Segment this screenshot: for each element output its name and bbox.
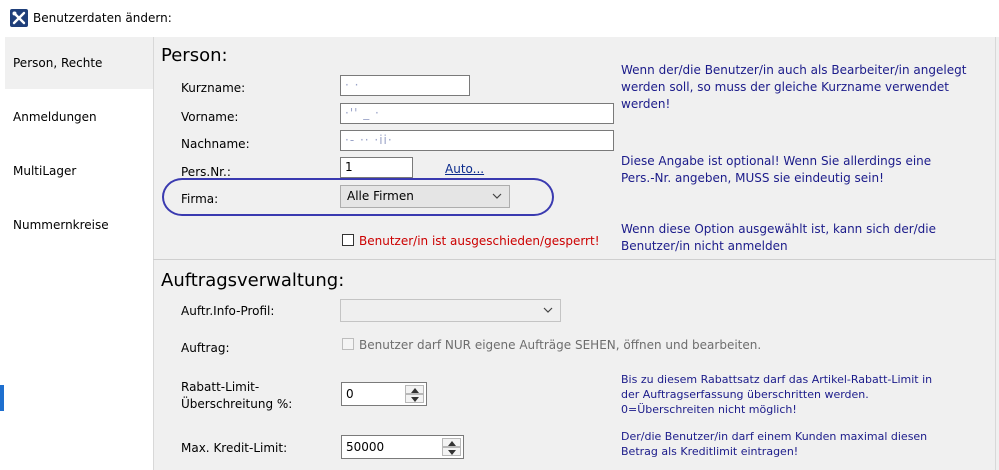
edge-marker <box>0 385 4 411</box>
kredit-value: 50000 <box>346 440 385 454</box>
help-rabatt-line: 0=Überschreiten nicht möglich! <box>621 403 797 416</box>
ausgeschieden-label: Benutzer/in ist ausgeschieden/gesperrt! <box>359 234 600 248</box>
rabatt-stepper-buttons <box>405 385 424 403</box>
profil-select[interactable] <box>340 299 561 322</box>
title-bar: Benutzerdaten ändern: <box>0 0 999 38</box>
nachname-value: ·- ·· ·ii· <box>345 133 393 147</box>
help-rabatt-line: Bis zu diesem Rabattsatz darf das Artike… <box>621 373 933 386</box>
help-ausgeschieden-line: Wenn diese Option ausgewählt ist, kann s… <box>621 222 937 236</box>
firma-value: Alle Firmen <box>347 189 414 203</box>
arrow-up-icon <box>448 441 456 446</box>
sidebar-item-anmeldungen[interactable]: Anmeldungen <box>5 91 153 143</box>
kredit-label: Max. Kredit-Limit: <box>181 441 288 455</box>
help-persnr: Diese Angabe ist optional! Wenn Sie alle… <box>621 153 931 187</box>
help-ausgeschieden-line: Benutzer/in nicht anmelden <box>621 239 788 253</box>
persnr-input[interactable]: 1 <box>340 157 413 178</box>
panel-divider <box>153 37 154 470</box>
eigene-auftraege-label: Benutzer darf NUR eigene Aufträge SEHEN,… <box>359 338 762 352</box>
eigene-auftraege-checkbox[interactable] <box>342 338 354 350</box>
auftrag-label: Auftrag: <box>181 341 230 355</box>
help-persnr-line: Diese Angabe ist optional! Wenn Sie alle… <box>621 154 932 168</box>
persnr-value: 1 <box>345 160 353 174</box>
kredit-up-button[interactable] <box>442 438 461 447</box>
kredit-stepper[interactable]: 50000 <box>341 435 464 459</box>
nachname-input[interactable]: ·- ·· ·ii· <box>340 130 614 151</box>
help-kredit-line: Betrag als Kreditlimit eintragen! <box>621 445 799 458</box>
sidebar-item-person-rechte[interactable]: Person, Rechte <box>5 37 153 89</box>
sidebar-nav: Person, Rechte Anmeldungen MultiLager Nu… <box>5 37 153 470</box>
chevron-down-icon <box>492 193 502 199</box>
window-title: Benutzerdaten ändern: <box>33 11 172 25</box>
help-kredit: Der/die Benutzer/in darf einem Kunden ma… <box>621 429 927 459</box>
ausgeschieden-checkbox[interactable] <box>342 234 354 246</box>
firma-label: Firma: <box>181 192 219 206</box>
sidebar-item-multilager[interactable]: MultiLager <box>5 145 153 197</box>
rabatt-up-button[interactable] <box>405 385 424 394</box>
help-kurzname: Wenn der/die Benutzer/in auch als Bearbe… <box>621 62 999 113</box>
auto-link[interactable]: Auto... <box>445 162 484 176</box>
kurzname-label: Kurzname: <box>181 81 246 95</box>
rabatt-label-line1: Rabatt-Limit- <box>181 380 260 394</box>
kurzname-input[interactable]: · · <box>340 75 470 96</box>
rabatt-label-line2: Überschreitung %: <box>181 397 293 411</box>
chevron-down-icon <box>543 307 553 313</box>
vorname-label: Vorname: <box>181 110 239 124</box>
section-title-person: Person: <box>161 45 228 66</box>
help-rabatt: Bis zu diesem Rabattsatz darf das Artike… <box>621 372 932 417</box>
help-ausgeschieden: Wenn diese Option ausgewählt ist, kann s… <box>621 221 936 255</box>
profil-label: Auftr.Info-Profil: <box>181 304 275 318</box>
kurzname-value: · · <box>345 78 360 92</box>
arrow-down-icon <box>411 397 419 402</box>
persnr-label: Pers.Nr.: <box>181 165 231 179</box>
rabatt-stepper[interactable]: 0 <box>341 382 427 406</box>
kredit-stepper-buttons <box>442 438 461 456</box>
section-title-auftrag: Auftragsverwaltung: <box>161 270 345 291</box>
help-persnr-line: Pers.-Nr. angeben, MUSS sie eindeutig se… <box>621 171 884 185</box>
help-kurzname-line: Wenn der/die Benutzer/in auch als Bearbe… <box>621 63 967 77</box>
firma-select[interactable]: Alle Firmen <box>340 185 510 208</box>
nachname-label: Nachname: <box>181 137 250 151</box>
tools-icon <box>10 9 28 27</box>
section-divider <box>153 259 996 260</box>
sidebar-item-nummernkreise[interactable]: Nummernkreise <box>5 199 153 251</box>
help-kredit-line: Der/die Benutzer/in darf einem Kunden ma… <box>621 430 928 443</box>
kredit-down-button[interactable] <box>442 447 461 456</box>
help-rabatt-line: der Auftragserfassung überschritten werd… <box>621 388 869 401</box>
rabatt-value: 0 <box>346 387 354 401</box>
vorname-value: ·'' _ · <box>345 106 380 120</box>
help-kurzname-line: werden soll, so muss der gleiche Kurznam… <box>621 80 949 111</box>
vorname-input[interactable]: ·'' _ · <box>340 103 614 124</box>
arrow-down-icon <box>448 450 456 455</box>
arrow-up-icon <box>411 388 419 393</box>
rabatt-down-button[interactable] <box>405 394 424 403</box>
